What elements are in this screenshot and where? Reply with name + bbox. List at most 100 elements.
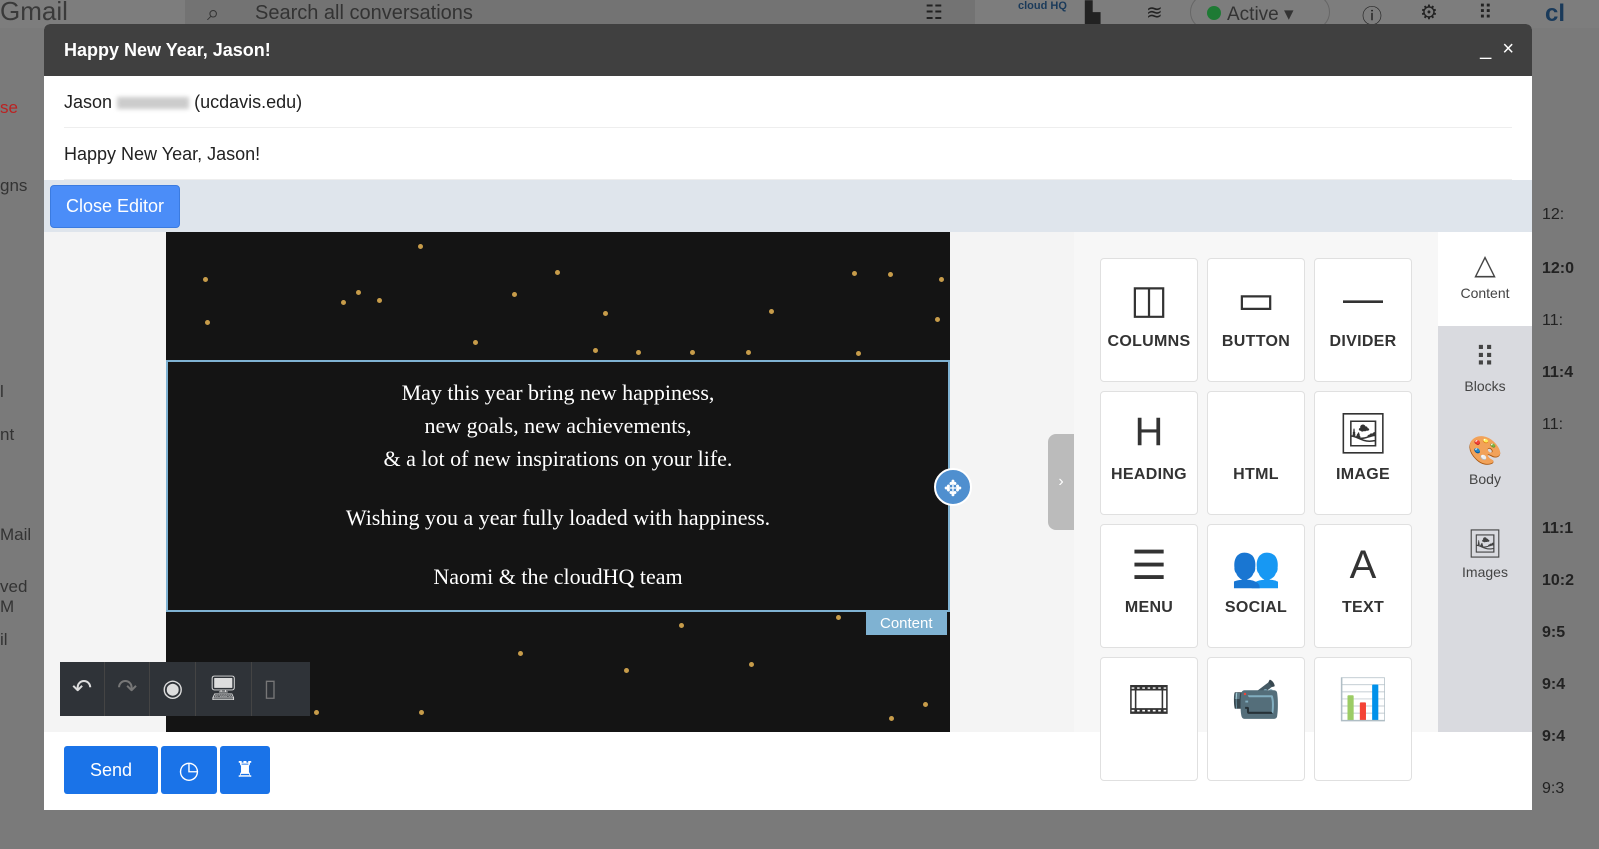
- wifi-icon[interactable]: ≋: [1146, 0, 1163, 25]
- block-tile[interactable]: ☰ MENU: [1100, 524, 1198, 648]
- editor-canvas: May this year bring new happiness, new go…: [44, 232, 1074, 732]
- block-label: TEXT: [1341, 599, 1385, 616]
- tab-list: △ Content ⠿ Blocks 🎨 Body 🖼 Images: [1438, 232, 1532, 604]
- filter-icon[interactable]: ☷: [925, 0, 943, 25]
- block-label: IMAGE: [1336, 466, 1390, 483]
- confetti-dot: [592, 348, 598, 354]
- confetti-dot: [768, 308, 774, 314]
- images-tab-icon: 🖼: [1467, 528, 1503, 559]
- compose-footer: Send ◷ ♜: [64, 746, 270, 794]
- content-block[interactable]: May this year bring new happiness, new go…: [166, 360, 950, 612]
- tab-content[interactable]: △ Content: [1438, 232, 1532, 325]
- sidebar-item[interactable]: ved M: [0, 577, 44, 617]
- time: 9:4: [1542, 676, 1566, 693]
- confetti-dot: [419, 709, 425, 715]
- sidebar-item[interactable]: il: [0, 630, 8, 650]
- sidebar-item[interactable]: l: [0, 382, 4, 402]
- image-icon: 🖼: [1337, 412, 1389, 456]
- block-tile[interactable]: 📹: [1207, 657, 1305, 781]
- confetti-dot: [934, 317, 940, 323]
- social-icon: 👥: [1231, 545, 1281, 589]
- time: 10:2: [1542, 572, 1575, 589]
- block-label: HTML: [1233, 466, 1279, 483]
- gmail-logo[interactable]: Gmail: [0, 0, 68, 27]
- tab-images[interactable]: 🖼 Images: [1438, 511, 1532, 604]
- close-editor-button[interactable]: Close Editor: [50, 185, 181, 228]
- send-button[interactable]: Send: [64, 746, 158, 794]
- confetti-dot: [888, 271, 894, 277]
- confetti-dot: [376, 297, 382, 303]
- columns-icon: ◫: [1130, 278, 1168, 322]
- tab-label: Images: [1462, 564, 1508, 580]
- code-icon: [1208, 392, 1304, 466]
- block-label: BUTTON: [1221, 333, 1291, 350]
- sidebar-item[interactable]: gns: [0, 176, 27, 196]
- compose-title: Happy New Year, Jason!: [44, 24, 1532, 76]
- editor-toolbar: ↶ ↷ ◉ 🖥 ▯: [60, 662, 310, 716]
- compose-fragment[interactable]: se: [0, 98, 18, 118]
- desktop-icon[interactable]: 🖥: [196, 662, 252, 716]
- sidebar-item[interactable]: Mail: [0, 525, 31, 545]
- block-tile[interactable]: H HEADING: [1100, 391, 1198, 515]
- tab-blocks[interactable]: ⠿ Blocks: [1438, 325, 1532, 418]
- schedule-clock-icon[interactable]: ◷: [161, 746, 217, 794]
- content-tab-icon: △: [1474, 249, 1496, 280]
- redo-icon[interactable]: ↷: [105, 662, 151, 716]
- text-icon: A: [1349, 543, 1377, 587]
- time: 9:3: [1542, 780, 1565, 797]
- redacted-name: [117, 97, 190, 110]
- confetti-dot: [678, 622, 684, 628]
- block-tile[interactable]: ▭ BUTTON: [1207, 258, 1305, 382]
- confetti-dot: [340, 300, 346, 305]
- brand-logo[interactable]: cl: [1545, 0, 1565, 28]
- video-icon: 📹: [1231, 678, 1281, 722]
- block-tile[interactable]: — DIVIDER: [1314, 258, 1412, 382]
- sidebar-item[interactable]: nt: [0, 425, 14, 445]
- confetti-dot: [851, 271, 857, 277]
- close-button[interactable]: ×: [1502, 38, 1514, 60]
- block-tile[interactable]: A TEXT: [1314, 524, 1412, 648]
- block-tile[interactable]: 📊: [1314, 657, 1412, 781]
- time: 11:: [1542, 416, 1564, 433]
- block-label: COLUMNS: [1107, 333, 1191, 350]
- subject-field[interactable]: Happy New Year, Jason!: [64, 128, 1512, 180]
- block-tile[interactable]: 🎞: [1100, 657, 1198, 781]
- confetti-dot: [748, 662, 754, 668]
- time: 9:4: [1542, 728, 1566, 745]
- search-icon[interactable]: ⌕: [207, 0, 219, 26]
- confetti-dot: [313, 709, 319, 715]
- preview-eye-icon[interactable]: ◉: [150, 662, 197, 716]
- block-tile[interactable]: 👥 SOCIAL: [1207, 524, 1305, 648]
- confetti-dot: [855, 351, 861, 357]
- wish-line: Wishing you a year fully loaded with hap…: [345, 505, 771, 530]
- tab-body[interactable]: 🎨 Body: [1438, 418, 1532, 511]
- divider-icon: —: [1343, 277, 1383, 321]
- tab-label: Blocks: [1464, 378, 1506, 394]
- minimize-button[interactable]: _: [1480, 38, 1491, 60]
- time: 12:: [1542, 206, 1565, 223]
- status-label: Active: [1227, 4, 1279, 25]
- blocks-panel: ◫ COLUMNS ▭ BUTTON — DIVIDER H HEADING HTML 🖼 IMAG…: [1074, 232, 1438, 781]
- undo-icon[interactable]: ↶: [60, 662, 106, 716]
- block-tile[interactable]: ◫ COLUMNS: [1100, 258, 1198, 382]
- move-handle-icon[interactable]: ✥: [934, 468, 972, 506]
- body-tab-icon: 🎨: [1467, 435, 1503, 466]
- apps-icon[interactable]: ⠿: [1478, 0, 1493, 25]
- block-tile[interactable]: 🖼 IMAGE: [1314, 391, 1412, 515]
- block-label: MENU: [1124, 599, 1174, 616]
- confetti-dot: [203, 277, 209, 283]
- confetti-dot: [554, 270, 560, 276]
- mobile-icon[interactable]: ▯: [252, 662, 289, 716]
- confetti-dot: [418, 244, 424, 250]
- time: 12:0: [1542, 260, 1575, 277]
- cloudhq-logo[interactable]: cloud HQ: [1018, 0, 1067, 12]
- confetti-dot: [922, 701, 928, 707]
- to-field[interactable]: Jason (ucdavis.edu): [64, 76, 1512, 128]
- gear-icon[interactable]: ⚙: [1420, 0, 1438, 25]
- panel-toggle-chevron-icon[interactable]: ›: [1048, 434, 1074, 530]
- button-icon: ▭: [1237, 278, 1275, 322]
- chess-piece-icon[interactable]: ♜: [220, 746, 270, 794]
- block-tile[interactable]: HTML: [1207, 391, 1305, 515]
- document-icon[interactable]: ▙: [1085, 0, 1100, 25]
- confetti-dot: [603, 310, 609, 316]
